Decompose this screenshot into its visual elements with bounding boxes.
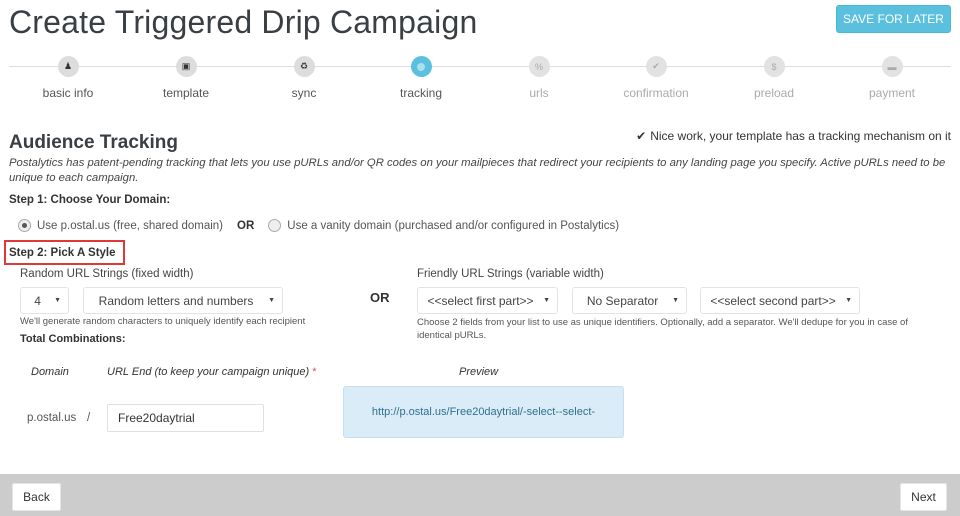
select-value: <<select second part>>: [710, 293, 836, 308]
shared-domain-label[interactable]: Use p.ostal.us (free, shared domain): [37, 220, 223, 232]
image-icon: ▣: [175, 56, 197, 77]
step-tracking[interactable]: tracking: [361, 56, 481, 100]
radio-vanity-domain[interactable]: [268, 219, 282, 232]
step-payment[interactable]: ▬ payment: [832, 56, 952, 100]
checkmark-icon: ✔: [636, 129, 647, 143]
url-end-column-header: URL End (to keep your campaign unique) *: [107, 366, 317, 378]
caret-down-icon: ▼: [54, 297, 61, 304]
tracking-description: Postalytics has patent-pending tracking …: [9, 157, 946, 184]
random-charset-select[interactable]: Random letters and numbers ▼: [83, 287, 283, 314]
wizard-steps: ♟ basic info ▣ template ♻ sync tracking …: [9, 56, 951, 106]
success-note: ✔ Nice work, your template has a tracking…: [636, 129, 951, 143]
step-label: preload: [753, 86, 795, 100]
select-value: No Separator: [586, 293, 659, 308]
first-part-select[interactable]: <<select first part>> ▼: [417, 287, 558, 314]
select-value: Random letters and numbers: [98, 293, 254, 308]
preview-column-header: Preview: [459, 366, 499, 378]
select-value: <<select first part>>: [427, 293, 534, 308]
back-button[interactable]: Back: [12, 483, 61, 511]
save-for-later-button[interactable]: SAVE FOR LATER: [836, 5, 951, 33]
url-preview: http://p.ostal.us/Free20daytrial/-select…: [343, 386, 624, 438]
recycle-icon: ♻: [293, 56, 315, 77]
step2-label: Step 2: Pick A Style: [9, 247, 116, 259]
domain-choice-row: Use p.ostal.us (free, shared domain) OR …: [18, 219, 619, 232]
required-mark: *: [312, 366, 317, 378]
domain-value: p.ostal.us: [27, 412, 77, 424]
check-icon: ✔: [645, 56, 667, 77]
friendly-url-label: Friendly URL Strings (variable width): [417, 268, 604, 280]
step-label: template: [162, 86, 210, 100]
dollar-icon: $: [763, 56, 785, 77]
page-title: Create Triggered Drip Campaign: [9, 4, 478, 40]
radio-shared-domain[interactable]: [18, 219, 31, 232]
domain-column-header: Domain: [31, 366, 69, 378]
separator-select[interactable]: No Separator ▼: [572, 287, 687, 314]
credit-card-icon: ▬: [881, 56, 903, 77]
step-urls[interactable]: % urls: [479, 56, 599, 100]
target-icon: [410, 56, 432, 77]
step-label: basic info: [42, 86, 94, 100]
caret-down-icon: ▼: [672, 297, 679, 304]
total-combinations-label: Total Combinations:: [20, 333, 126, 345]
step1-label: Step 1: Choose Your Domain:: [9, 194, 171, 206]
percent-icon: %: [528, 56, 550, 77]
random-length-select[interactable]: 4 ▼: [20, 287, 69, 314]
user-icon: ♟: [57, 56, 79, 77]
next-button[interactable]: Next: [900, 483, 947, 511]
step-confirmation[interactable]: ✔ confirmation: [596, 56, 716, 100]
random-url-label: Random URL Strings (fixed width): [20, 268, 194, 280]
or-separator: OR: [237, 219, 255, 232]
step-preload[interactable]: $ preload: [714, 56, 834, 100]
url-end-input[interactable]: [107, 404, 264, 432]
caret-down-icon: ▼: [268, 297, 275, 304]
select-value: 4: [34, 293, 41, 308]
url-end-header-text: URL End (to keep your campaign unique): [107, 366, 310, 378]
footer-bar: [0, 474, 960, 516]
caret-down-icon: ▼: [543, 297, 550, 304]
caret-down-icon: ▼: [845, 297, 852, 304]
vanity-domain-label[interactable]: Use a vanity domain (purchased and/or co…: [287, 220, 619, 232]
step-label: urls: [529, 86, 549, 100]
friendly-url-help: Choose 2 fields from your list to use as…: [417, 317, 908, 341]
step-label: sync: [291, 86, 317, 100]
section-title: Audience Tracking: [9, 132, 178, 153]
preview-url-text: http://p.ostal.us/Free20daytrial/-select…: [371, 406, 596, 418]
step-template[interactable]: ▣ template: [126, 56, 246, 100]
style-or-separator: OR: [370, 290, 390, 305]
step-sync[interactable]: ♻ sync: [244, 56, 364, 100]
step-label: payment: [868, 86, 916, 100]
path-slash: /: [87, 412, 91, 424]
step-label: confirmation: [623, 86, 689, 100]
step-basic-info[interactable]: ♟ basic info: [8, 56, 128, 100]
random-url-help: We'll generate random characters to uniq…: [20, 316, 306, 327]
success-note-text: Nice work, your template has a tracking …: [650, 129, 951, 143]
second-part-select[interactable]: <<select second part>> ▼: [700, 287, 860, 314]
step-label: tracking: [399, 86, 443, 100]
